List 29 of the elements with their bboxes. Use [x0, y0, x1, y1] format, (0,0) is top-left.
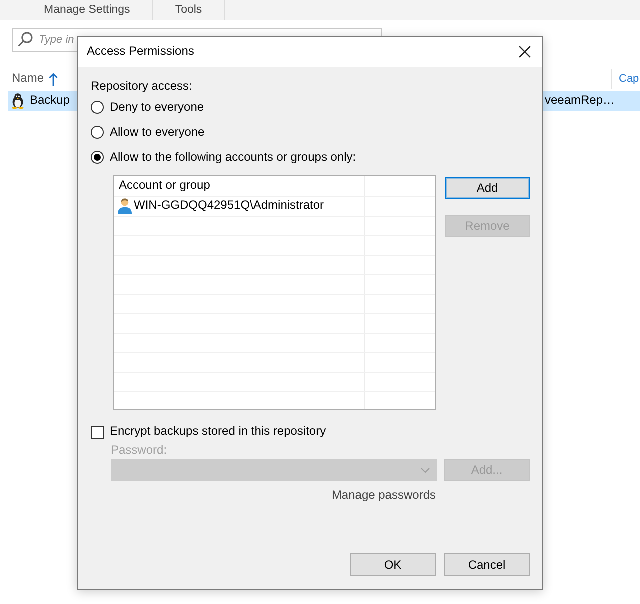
list-item[interactable]: WIN-GGDQQ42951Q\Administrator	[114, 197, 364, 216]
radio-button[interactable]	[91, 126, 104, 139]
radio-label[interactable]: Allow to the following accounts or groups only:	[110, 150, 356, 166]
radio-button[interactable]	[91, 151, 104, 164]
radio-button[interactable]	[91, 101, 104, 114]
dropdown-caret-icon	[421, 468, 430, 472]
radio-label[interactable]: Deny to everyone	[110, 100, 204, 116]
ribbon-tab[interactable]: Tools	[153, 0, 226, 20]
ok-button[interactable]: OK	[350, 553, 436, 576]
penguin-icon	[10, 93, 26, 109]
column-header: Account or group	[119, 178, 210, 194]
section-label: Repository access:	[91, 78, 192, 94]
column-header[interactable]: Name	[0, 69, 58, 89]
table-cell: Backup	[30, 93, 70, 109]
cancel-button[interactable]: Cancel	[444, 553, 530, 576]
column-header[interactable]: Cap	[611, 69, 640, 89]
dialog-title: Access Permissions	[87, 44, 194, 60]
manage-passwords-link[interactable]: Manage passwords	[332, 487, 436, 503]
checkbox-label[interactable]: Encrypt backups stored in this repository	[110, 424, 326, 440]
table-cell-text: veeamRep…	[545, 93, 616, 109]
sort-up-arrow-icon	[49, 72, 58, 86]
add-button[interactable]: Add	[445, 177, 530, 199]
user-icon	[117, 198, 133, 214]
ribbon-tab[interactable]: Manage Settings	[22, 0, 154, 20]
close-icon	[519, 46, 531, 58]
field-label: Password:	[111, 443, 168, 457]
search-icon	[18, 32, 33, 47]
radio-label[interactable]: Allow to everyone	[110, 124, 205, 140]
checkbox[interactable]	[91, 426, 104, 438]
